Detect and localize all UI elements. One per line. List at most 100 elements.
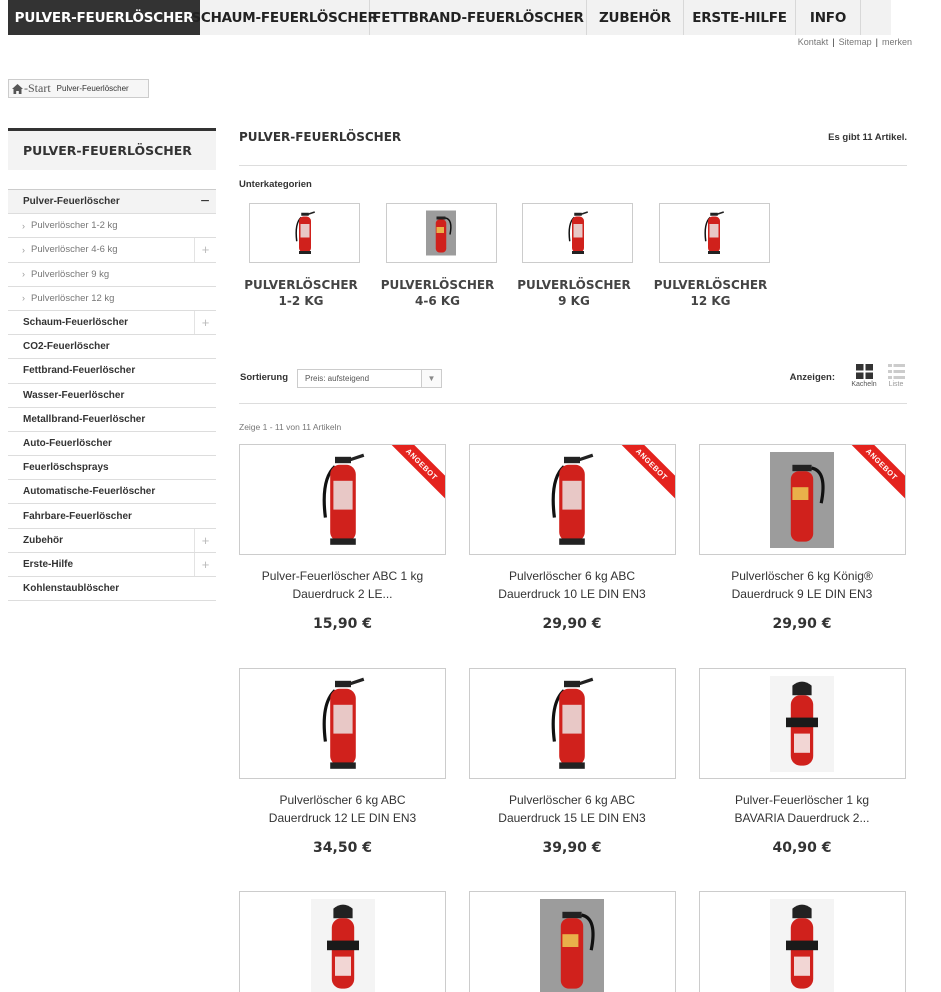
sidebar-item-label: Automatische-Feuerlöscher xyxy=(23,486,156,498)
product-image[interactable] xyxy=(239,668,446,779)
sidebar-item-label: Fettbrand-Feuerlöscher xyxy=(23,365,136,377)
sidebar-item[interactable]: Pulver-Feuerlöscher − xyxy=(8,190,216,215)
list-icon xyxy=(887,364,905,379)
expand-icon[interactable]: + xyxy=(194,238,216,262)
subcategories-heading: Unterkategorien xyxy=(239,179,312,190)
separator: | xyxy=(875,37,878,47)
nav-item-schaum[interactable]: SCHAUM-FEUERLÖSCHER xyxy=(191,0,378,35)
product-name[interactable]: Pulverlöscher 6 kg König® Dauerdruck 9 LE… xyxy=(699,567,906,603)
sidebar-item[interactable]: Fettbrand-Feuerlöscher xyxy=(8,359,216,384)
sidebar-item-label: Kohlenstaublöscher xyxy=(23,583,120,595)
sidebar-item[interactable]: › Pulverlöscher 9 kg xyxy=(8,263,216,287)
nav-item-fettbrand[interactable]: FETTBRAND-FEUERLÖSCHER xyxy=(370,0,587,35)
product-image[interactable] xyxy=(239,891,446,992)
chevron-right-icon: › xyxy=(22,244,25,255)
sidebar-item[interactable]: Automatische-Feuerlöscher xyxy=(8,480,216,505)
sidebar-item[interactable]: Wasser-Feuerlöscher xyxy=(8,384,216,408)
sidebar-item-label: Pulver-Feuerlöscher xyxy=(23,196,120,208)
product-image[interactable] xyxy=(468,891,676,992)
nav-item-info[interactable]: INFO xyxy=(796,0,861,35)
product-name[interactable]: Pulver-Feuerlöscher 1 kg BAVARIA Dauerdru… xyxy=(699,791,906,827)
product-name[interactable]: Pulver-Feuerlöscher ABC 1 kg Dauerdruck 2… xyxy=(239,567,446,603)
breadcrumb-home[interactable]: -Start xyxy=(12,81,51,96)
product-image[interactable]: ANGEBOT xyxy=(698,444,906,555)
nav-item-zubehoer[interactable]: ZUBEHÖR xyxy=(587,0,684,35)
product-price: 15,90 € xyxy=(313,616,372,632)
sidebar-title: PULVER-FEUERLÖSCHER xyxy=(8,128,216,170)
product-image[interactable]: ANGEBOT xyxy=(239,444,446,555)
sale-ribbon-label: ANGEBOT xyxy=(610,445,675,506)
sidebar-item[interactable]: › Pulverlöscher 1-2 kg xyxy=(8,214,216,239)
product-name[interactable]: Pulverlöscher 6 kg ABC Dauerdruck 12 LE D… xyxy=(239,791,446,827)
subcategory-name[interactable]: PULVERLÖSCHER 9 KG xyxy=(512,277,636,309)
collapse-icon[interactable]: − xyxy=(194,190,216,213)
nav-item-pulver[interactable]: PULVER-FEUERLÖSCHER xyxy=(8,0,200,35)
product-card[interactable] xyxy=(468,891,676,992)
subcategory-image[interactable] xyxy=(522,203,633,263)
subcategory-tile[interactable]: PULVERLÖSCHER 1-2 KG xyxy=(239,203,363,309)
sidebar-item[interactable]: Kohlenstaublöscher xyxy=(8,577,216,602)
expand-icon[interactable]: + xyxy=(194,528,216,552)
sidebar-item[interactable]: CO2-Feuerlöscher xyxy=(8,335,216,360)
expand-icon[interactable]: + xyxy=(194,310,216,335)
view-list-button[interactable]: Liste xyxy=(885,364,907,388)
sidebar-item[interactable]: Auto-Feuerlöscher xyxy=(8,432,216,457)
bookmark-link[interactable]: merken xyxy=(882,37,912,47)
product-image[interactable] xyxy=(468,668,676,779)
expand-icon[interactable]: + xyxy=(194,552,216,576)
sort-select[interactable]: Preis: aufsteigend ▼ xyxy=(297,369,442,388)
product-card[interactable] xyxy=(698,891,906,992)
product-image[interactable] xyxy=(698,891,906,992)
sidebar-item-label: CO2-Feuerlöscher xyxy=(23,341,110,353)
sidebar-category-list: Pulver-Feuerlöscher − › Pulverlöscher 1-2 k… xyxy=(8,189,216,602)
sale-ribbon-label: ANGEBOT xyxy=(840,445,905,506)
home-icon xyxy=(12,83,23,94)
subcategory-name[interactable]: PULVERLÖSCHER 4-6 KG xyxy=(376,277,500,309)
sidebar-item[interactable]: Erste-Hilfe + xyxy=(8,552,216,577)
product-image[interactable] xyxy=(698,668,906,779)
sale-ribbon: ANGEBOT xyxy=(840,445,905,510)
pagination-summary: Zeige 1 - 11 von 11 Artikeln xyxy=(239,422,342,432)
sidebar-item-label: Wasser-Feuerlöscher xyxy=(23,389,125,401)
product-card[interactable]: ANGEBOT Pulver-Feuerlöscher ABC 1 kg Dauer… xyxy=(239,444,446,632)
category-sidebar: PULVER-FEUERLÖSCHER Pulver-Feuerlöscher −… xyxy=(8,128,216,602)
product-card[interactable]: Pulver-Feuerlöscher 1 kg BAVARIA Dauerdru… xyxy=(698,668,906,856)
view-grid-label: Kacheln xyxy=(851,381,877,388)
sidebar-item-label: Zubehör xyxy=(23,534,63,546)
breadcrumb: -Start Pulver-Feuerlöscher xyxy=(8,79,149,98)
sidebar-item[interactable]: Zubehör + xyxy=(8,528,216,553)
sidebar-item[interactable]: Schaum-Feuerlöscher + xyxy=(8,310,216,336)
product-card[interactable]: ANGEBOT Pulverlöscher 6 kg König® Dauerdru… xyxy=(698,444,906,632)
subcategory-image[interactable] xyxy=(249,203,360,263)
subcategory-name[interactable]: PULVERLÖSCHER 1-2 KG xyxy=(239,277,363,309)
sidebar-item[interactable]: Feuerlöschsprays xyxy=(8,456,216,481)
sidebar-item-label: Pulverlöscher 4-6 kg xyxy=(31,244,118,256)
sidebar-item[interactable]: Metallbrand-Feuerlöscher xyxy=(8,408,216,432)
product-name[interactable]: Pulverlöscher 6 kg ABC Dauerdruck 10 LE D… xyxy=(469,567,676,603)
subcategory-name[interactable]: PULVERLÖSCHER 12 KG xyxy=(649,277,773,309)
subcategory-image[interactable] xyxy=(385,203,497,263)
nav-item-erste-hilfe[interactable]: ERSTE-HILFE xyxy=(684,0,796,35)
sale-ribbon: ANGEBOT xyxy=(610,445,675,510)
view-grid-button[interactable]: Kacheln xyxy=(849,364,879,388)
chevron-right-icon: › xyxy=(22,269,25,280)
subcategory-tile[interactable]: PULVERLÖSCHER 4-6 KG xyxy=(376,203,500,309)
subcategory-tile[interactable]: PULVERLÖSCHER 12 KG xyxy=(649,203,773,309)
sidebar-item[interactable]: › Pulverlöscher 4-6 kg + xyxy=(8,238,216,263)
product-name[interactable]: Pulverlöscher 6 kg ABC Dauerdruck 15 LE D… xyxy=(469,791,676,827)
view-list-label: Liste xyxy=(888,381,904,388)
product-card[interactable]: ANGEBOT Pulverlöscher 6 kg ABC Dauerdruck … xyxy=(468,444,676,632)
product-card[interactable]: Pulverlöscher 6 kg ABC Dauerdruck 15 LE D… xyxy=(468,668,676,856)
product-image[interactable]: ANGEBOT xyxy=(468,444,676,555)
breadcrumb-home-label: -Start xyxy=(24,81,51,95)
product-card[interactable]: Pulverlöscher 6 kg ABC Dauerdruck 12 LE D… xyxy=(239,668,446,856)
sidebar-item[interactable]: Fahrbare-Feuerlöscher xyxy=(8,504,216,529)
contact-link[interactable]: Kontakt xyxy=(798,37,829,47)
sitemap-link[interactable]: Sitemap xyxy=(839,37,872,47)
sidebar-item[interactable]: › Pulverlöscher 12 kg xyxy=(8,287,216,311)
product-card[interactable] xyxy=(239,891,446,992)
subcategory-tile[interactable]: PULVERLÖSCHER 9 KG xyxy=(512,203,636,309)
grid-icon xyxy=(855,364,873,379)
product-price: 40,90 € xyxy=(772,840,832,856)
subcategory-image[interactable] xyxy=(658,203,770,263)
